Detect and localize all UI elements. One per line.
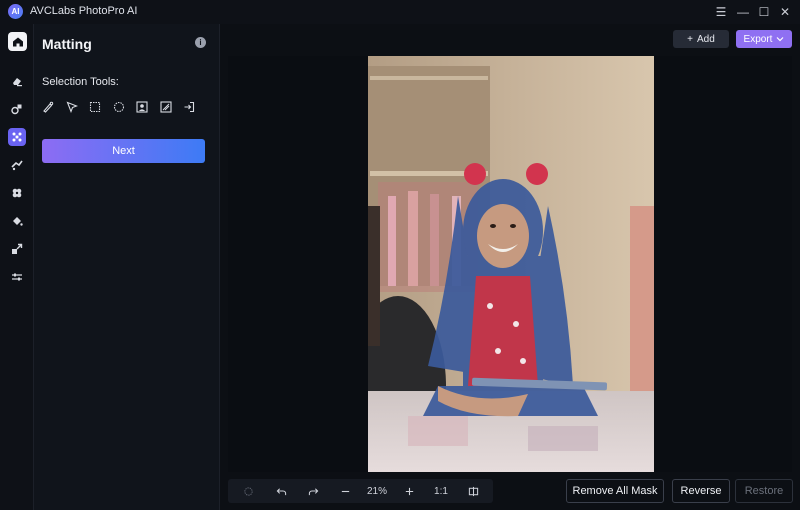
actual-size-button[interactable]: 1:1 (428, 483, 454, 499)
colorize-icon[interactable] (8, 184, 26, 202)
title-bar: AI AVCLabs PhotoPro AI ☰ — ☐ ✕ (0, 0, 800, 24)
enhance-icon[interactable] (8, 156, 26, 174)
pointer-icon[interactable] (66, 101, 78, 113)
view-toolbar: 21% 1:1 (228, 479, 493, 503)
redo-icon[interactable] (306, 483, 320, 499)
rectangle-select-icon[interactable] (89, 101, 101, 113)
portrait-select-icon[interactable] (136, 101, 148, 113)
add-label: Add (697, 33, 715, 45)
export-button[interactable]: Export (736, 30, 792, 48)
compare-icon[interactable] (241, 483, 255, 499)
main-area: + Add Export 21% 1:1 Remove All Mask Rev… (220, 24, 800, 510)
menu-glyph: ☰ (715, 5, 727, 19)
upscale-icon[interactable] (8, 240, 26, 258)
object-select-icon[interactable] (159, 101, 172, 113)
app-title: AVCLabs PhotoPro AI (30, 5, 138, 17)
selection-tools (42, 101, 195, 113)
restore-button[interactable]: Restore (735, 479, 793, 503)
remove-all-mask-button[interactable]: Remove All Mask (566, 479, 664, 503)
close-glyph: ✕ (779, 5, 791, 19)
zoom-level: 21% (366, 485, 387, 497)
menu-icon[interactable]: ☰ (712, 3, 730, 21)
app-logo-text: AI (11, 7, 20, 16)
split-view-icon[interactable] (466, 483, 480, 499)
image-canvas[interactable] (228, 56, 792, 472)
tool-rail (0, 24, 34, 510)
plus-icon: + (687, 33, 694, 45)
fill-icon[interactable] (8, 212, 26, 230)
matting-icon[interactable] (8, 128, 26, 146)
panel-title: Matting (42, 36, 92, 52)
close-icon[interactable]: ✕ (776, 3, 794, 21)
add-button[interactable]: + Add (673, 30, 729, 48)
chevron-down-icon (777, 37, 784, 42)
ellipse-select-icon[interactable] (113, 101, 125, 113)
home-icon[interactable] (8, 32, 27, 51)
maximize-glyph: ☐ (758, 5, 770, 19)
matting-panel: Matting i Selection Tools: Next (34, 24, 220, 510)
selection-tools-label: Selection Tools: (42, 76, 119, 88)
export-label: Export (743, 33, 773, 45)
undo-icon[interactable] (274, 483, 288, 499)
brush-icon[interactable] (42, 101, 54, 113)
replace-icon[interactable] (8, 100, 26, 118)
photo-preview[interactable] (368, 56, 654, 472)
zoom-out-icon[interactable] (338, 483, 352, 499)
app-logo-icon: AI (8, 4, 23, 19)
zoom-in-icon[interactable] (402, 483, 416, 499)
maximize-icon[interactable]: ☐ (755, 3, 773, 21)
next-button[interactable]: Next (42, 139, 205, 163)
adjust-icon[interactable] (8, 268, 26, 286)
eraser-icon[interactable] (8, 72, 26, 90)
minimize-glyph: — (737, 5, 749, 19)
export-selection-icon[interactable] (183, 101, 195, 113)
minimize-icon[interactable]: — (734, 3, 752, 21)
info-icon[interactable]: i (195, 37, 206, 48)
photo-illustration (368, 56, 654, 472)
reverse-button[interactable]: Reverse (672, 479, 730, 503)
